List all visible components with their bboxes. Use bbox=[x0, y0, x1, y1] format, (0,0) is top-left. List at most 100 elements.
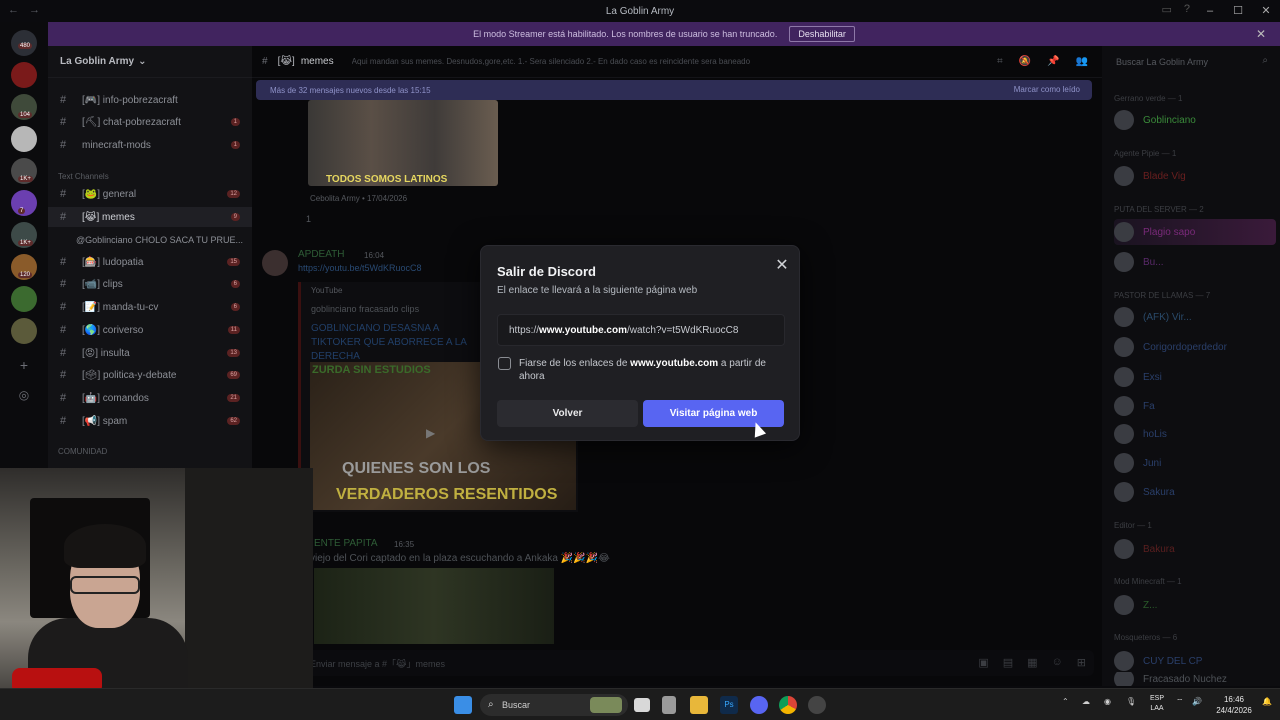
server-icon[interactable] bbox=[11, 318, 37, 344]
channel-manda-tu-cv[interactable]: # [📝] manda-tu-cv 6 bbox=[48, 297, 252, 317]
nav-arrows-icon[interactable]: ←→ bbox=[8, 4, 50, 16]
channel-chat-pobrezacraft[interactable]: # [⛏] chat-pobrezacraft 1 bbox=[48, 112, 252, 132]
wifi-icon[interactable]: ⌔ bbox=[1176, 697, 1184, 707]
window-titlebar: ←→ La Goblin Army ▭ ? – ☐ ✕ bbox=[0, 0, 1280, 22]
play-icon[interactable]: ▶ bbox=[426, 426, 435, 440]
reaction-count[interactable]: 1 bbox=[306, 214, 311, 224]
member-item[interactable]: Fa bbox=[1114, 393, 1276, 419]
member-item[interactable]: hoLis bbox=[1114, 421, 1276, 447]
member-item[interactable]: Bu... bbox=[1114, 249, 1276, 275]
member-item[interactable]: (AFK) Vir... bbox=[1114, 304, 1276, 330]
threads-icon[interactable]: ⌗ bbox=[997, 56, 1003, 67]
message-author[interactable]: APDEATH bbox=[298, 249, 345, 260]
chevron-up-icon[interactable]: ⌃ bbox=[1062, 697, 1069, 706]
file-explorer-icon[interactable] bbox=[690, 696, 708, 714]
add-server-icon[interactable]: + bbox=[11, 352, 37, 378]
message-image[interactable] bbox=[314, 568, 554, 644]
channel-prefix: [🗳] bbox=[82, 369, 101, 381]
server-icon[interactable] bbox=[11, 126, 37, 152]
visit-website-button[interactable]: Visitar página web bbox=[643, 400, 784, 427]
sticker-icon[interactable]: ▦ bbox=[1027, 656, 1037, 669]
channel-minecraft-mods[interactable]: # minecraft-mods 1 bbox=[48, 135, 252, 155]
maximize-icon[interactable]: ☐ bbox=[1224, 0, 1252, 22]
discord-icon[interactable] bbox=[750, 696, 768, 714]
explore-icon[interactable]: ◎ bbox=[11, 382, 37, 408]
channel-general[interactable]: # [🐸] general 12 bbox=[48, 184, 252, 204]
member-item[interactable]: Z... bbox=[1114, 592, 1276, 618]
avatar bbox=[1114, 307, 1134, 327]
inbox-icon[interactable]: ▭ bbox=[1161, 3, 1171, 16]
channel-politica-y-debate[interactable]: # [🗳] politica-y-debate 69 bbox=[48, 365, 252, 385]
close-banner-icon[interactable]: ✕ bbox=[1256, 27, 1266, 41]
channel-prefix: [😹] bbox=[82, 211, 100, 223]
channel-ludopatia[interactable]: # [🎰] ludopatia 15 bbox=[48, 252, 252, 272]
channel-title: memes bbox=[300, 56, 334, 67]
channel-insulta[interactable]: # [😡] insulta 13 bbox=[48, 343, 252, 363]
gift-icon[interactable]: ▣ bbox=[978, 656, 988, 669]
search-input[interactable]: Buscar La Goblin Army ⌕ bbox=[1108, 52, 1274, 72]
microphone-icon[interactable]: 🎙 bbox=[1126, 697, 1136, 706]
apps-icon[interactable]: ⊞ bbox=[1077, 656, 1086, 669]
windows-start-icon[interactable] bbox=[454, 696, 472, 714]
category-comunidad[interactable]: COMUNIDAD bbox=[58, 447, 107, 456]
help-icon[interactable]: ? bbox=[1184, 3, 1190, 16]
server-icon[interactable] bbox=[11, 62, 37, 88]
embed-channel[interactable]: goblinciano fracasado clips bbox=[311, 304, 419, 314]
language-indicator[interactable]: ESP LAA bbox=[1144, 694, 1170, 714]
channel-memes[interactable]: # [😹] memes 9 bbox=[48, 207, 252, 227]
notifications-icon[interactable]: 🔔 bbox=[1262, 697, 1272, 706]
back-button[interactable]: Volver bbox=[497, 400, 638, 427]
channel-coriverso[interactable]: # [🌎] coriverso 11 bbox=[48, 320, 252, 340]
obs-icon[interactable] bbox=[808, 696, 826, 714]
app-tray-icon[interactable]: ◉ bbox=[1104, 697, 1111, 706]
task-view-icon[interactable] bbox=[634, 698, 650, 712]
message-composer[interactable]: Enviar mensaje a #「😹」memes ▣ ▤ ▦ ☺ ⊞ bbox=[260, 650, 1094, 676]
member-item[interactable]: Plagio sapo bbox=[1114, 219, 1276, 245]
message-link[interactable]: https://youtu.be/t5WdKRuocC8 bbox=[298, 263, 422, 273]
terminal-icon[interactable] bbox=[662, 696, 676, 714]
emoji-icon[interactable]: ☺ bbox=[1052, 656, 1063, 669]
disable-streamer-button[interactable]: Deshabilitar bbox=[789, 26, 855, 42]
pin-icon[interactable]: 📌 bbox=[1047, 56, 1059, 67]
embed-title[interactable]: GOBLINCIANO DESASNA A TIKTOKER QUE ABORR… bbox=[311, 322, 491, 364]
volume-icon[interactable]: 🔊 bbox=[1192, 697, 1202, 706]
chrome-icon[interactable] bbox=[779, 696, 797, 714]
channel-comandos[interactable]: # [🤖] comandos 21 bbox=[48, 388, 252, 408]
close-icon[interactable]: ✕ bbox=[771, 256, 793, 278]
server-icon[interactable] bbox=[11, 286, 37, 312]
member-item[interactable]: Juni bbox=[1114, 450, 1276, 476]
mark-read-button[interactable]: Marcar como leído bbox=[1014, 85, 1080, 94]
avatar bbox=[1114, 672, 1134, 686]
message-author[interactable]: ENTE PAPITA bbox=[314, 538, 378, 549]
minimize-icon[interactable]: – bbox=[1196, 0, 1224, 22]
thread-preview[interactable]: @Goblinciano CHOLO SACA TU PRUE... bbox=[48, 230, 252, 250]
gif-icon[interactable]: ▤ bbox=[1003, 656, 1013, 669]
avatar[interactable] bbox=[262, 250, 288, 276]
server-header[interactable]: La Goblin Army ⌄ bbox=[48, 46, 252, 78]
channel-info-pobrezacraft[interactable]: # [🎮] info-pobrezacraft bbox=[48, 90, 252, 110]
member-item[interactable]: CUY DEL CP bbox=[1114, 648, 1276, 674]
new-messages-bar[interactable]: Más de 32 mensajes nuevos desde las 15:1… bbox=[256, 80, 1092, 100]
member-item[interactable]: Fracasado Nuchez bbox=[1114, 672, 1276, 686]
member-item[interactable]: Bakura bbox=[1114, 536, 1276, 562]
member-item[interactable]: Blade Vig bbox=[1114, 163, 1276, 189]
member-item[interactable]: Sakura bbox=[1114, 479, 1276, 505]
trust-checkbox[interactable] bbox=[498, 357, 511, 370]
onedrive-icon[interactable]: ☁ bbox=[1082, 697, 1090, 706]
trust-label[interactable]: Fiarse de los enlaces de www.youtube.com… bbox=[519, 357, 781, 383]
mute-icon[interactable]: 🔕 bbox=[1019, 56, 1031, 67]
channel-label: minecraft-mods bbox=[82, 139, 151, 151]
category-text-channels[interactable]: Text Channels bbox=[58, 172, 109, 181]
channel-badge: 1 bbox=[230, 141, 240, 149]
close-window-icon[interactable]: ✕ bbox=[1252, 0, 1280, 22]
taskbar-search[interactable]: ⌕ Buscar bbox=[480, 694, 628, 716]
photoshop-icon[interactable]: Ps bbox=[720, 696, 738, 714]
member-item[interactable]: Goblinciano bbox=[1114, 107, 1276, 133]
member-item[interactable]: Exsi bbox=[1114, 364, 1276, 390]
search-icon: ⌕ bbox=[488, 699, 494, 710]
channel-clips[interactable]: # [📹] clips 6 bbox=[48, 274, 252, 294]
clock[interactable]: 16:46 24/4/2026 bbox=[1210, 694, 1258, 716]
members-icon[interactable]: 👥 bbox=[1076, 56, 1088, 67]
member-item[interactable]: Corigordoperdedor bbox=[1114, 334, 1276, 360]
channel-spam[interactable]: # [📢] spam 62 bbox=[48, 411, 252, 431]
